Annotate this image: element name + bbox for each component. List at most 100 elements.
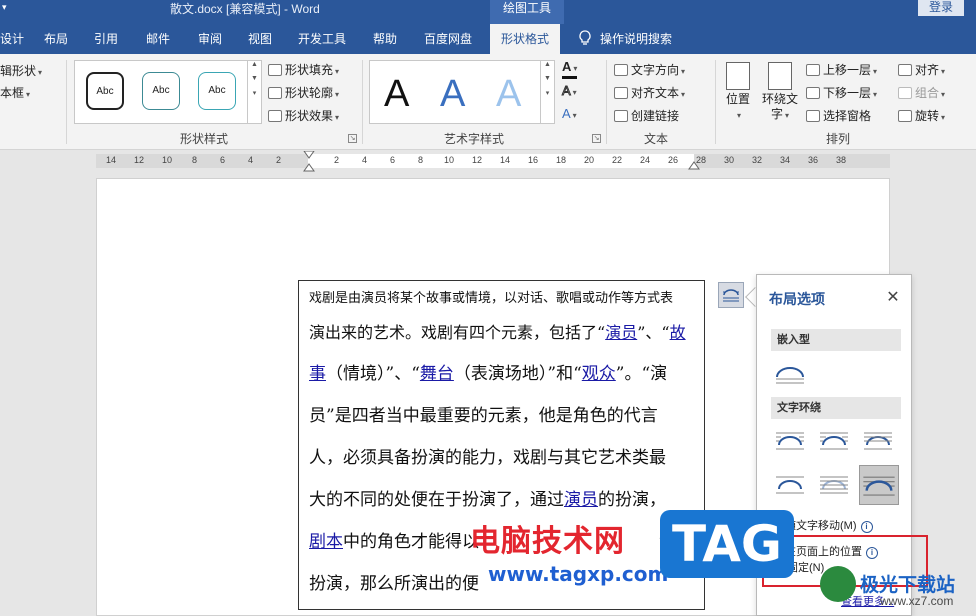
- shape-style-3[interactable]: Abc: [198, 72, 236, 110]
- pen-icon: [268, 87, 282, 99]
- text-box-shape[interactable]: 戏剧是由演员将某个故事或情境，以对话、歌唱或动作等方式表 演出来的艺术。戏剧有四…: [298, 280, 705, 610]
- tab-help[interactable]: 帮助: [373, 24, 397, 54]
- rotate-icon: [898, 110, 912, 122]
- bring-forward-button[interactable]: 上移一层 ▾: [806, 61, 877, 78]
- quick-access-chevron-icon[interactable]: ▾: [2, 2, 7, 13]
- create-link-button[interactable]: 创建链接: [614, 107, 679, 124]
- wrap-square-option[interactable]: [773, 425, 807, 455]
- ruler-tick: 12: [134, 155, 145, 165]
- login-button[interactable]: 登录: [918, 0, 964, 16]
- shape-effects-button[interactable]: 形状效果 ▾: [268, 107, 339, 124]
- wordart-gallery[interactable]: A A A ▲ ▼ ▾: [369, 60, 555, 124]
- position-icon: [726, 62, 750, 90]
- close-icon[interactable]: ✕: [885, 287, 901, 307]
- ruler-tick: 16: [528, 155, 539, 165]
- arrange-group-label: 排列: [826, 132, 851, 146]
- text-outline-button[interactable]: A ▾: [562, 83, 577, 100]
- shape-fill-label: 形状填充: [285, 63, 334, 77]
- ruler-tick: 30: [724, 155, 735, 165]
- tab-layout[interactable]: 布局: [44, 24, 68, 54]
- selection-pane-label: 选择窗格: [823, 109, 872, 123]
- tab-view[interactable]: 视图: [248, 24, 272, 54]
- ruler-tick: 26: [668, 155, 679, 165]
- tab-references[interactable]: 引用: [94, 24, 118, 54]
- wrap-behind-text-option[interactable]: [817, 469, 851, 499]
- wrap-inline-option[interactable]: [773, 359, 807, 389]
- shape-effects-label: 形状效果: [285, 109, 334, 123]
- shape-effects-icon: [268, 110, 282, 122]
- shape-styles-gallery[interactable]: Abc Abc Abc ▲ ▼ ▾: [74, 60, 262, 124]
- tab-mailings[interactable]: 邮件: [146, 24, 170, 54]
- shape-outline-button[interactable]: 形状轮廓 ▾: [268, 84, 339, 101]
- ruler-tick: 14: [106, 155, 117, 165]
- wrap-text-label-2: 字: [770, 107, 783, 121]
- group-button[interactable]: 组合 ▾: [898, 84, 945, 101]
- wrap-tight-option[interactable]: [817, 425, 851, 455]
- selection-pane-icon: [806, 110, 820, 122]
- text-line: 戏剧是由演员将某个故事或情境，以对话、歌唱或动作等方式表: [309, 291, 674, 306]
- wordart-scroll[interactable]: ▲ ▼ ▾: [540, 61, 554, 123]
- edit-shape-button[interactable]: 辑形状 ▾: [0, 62, 42, 79]
- wrap-text-icon: [768, 62, 792, 90]
- wordart-style-2[interactable]: A: [440, 75, 465, 113]
- text-direction-button[interactable]: 文字方向 ▾: [614, 61, 685, 78]
- wrap-through-option[interactable]: [861, 425, 895, 455]
- watermark-site-name: 极光下载站: [860, 574, 956, 596]
- align-text-label: 对齐文本: [631, 86, 680, 100]
- send-backward-label: 下移一层: [823, 86, 872, 100]
- tell-me-search[interactable]: 操作说明搜索: [578, 24, 672, 54]
- wrap-top-bottom-icon: [776, 476, 804, 494]
- shape-style-2[interactable]: Abc: [142, 72, 180, 110]
- tab-shape-format[interactable]: 形状格式: [490, 24, 561, 54]
- rotate-button[interactable]: 旋转 ▾: [898, 107, 945, 124]
- ribbon: 辑形状 ▾ 本框 ▾ Abc Abc Abc ▲ ▼ ▾ 形状填充 ▾ 形状轮廓 ▾ 形状效…: [0, 54, 976, 150]
- horizontal-ruler[interactable]: 14 12 10 8 6 4 2 2 4 6 8 10 12 14 16 18 …: [96, 151, 890, 172]
- shape-fill-button[interactable]: 形状填充 ▾: [268, 61, 339, 78]
- wrap-top-bottom-option[interactable]: [773, 469, 807, 499]
- text-effects-button[interactable]: A ▾: [562, 107, 577, 123]
- tab-review[interactable]: 审阅: [198, 24, 222, 54]
- shape-styles-group-label: 形状样式: [180, 132, 229, 146]
- shape-style-1[interactable]: Abc: [86, 72, 124, 110]
- wrap-through-icon: [864, 432, 892, 450]
- shape-styles-scroll[interactable]: ▲ ▼ ▾: [247, 61, 261, 123]
- text-direction-label: 文字方向: [631, 63, 680, 77]
- wrap-text-button[interactable]: 环绕文字 ▾: [760, 62, 800, 123]
- text-group-label: 文本: [644, 132, 669, 146]
- paint-bucket-icon: [268, 64, 282, 76]
- ruler-tick: 8: [192, 155, 198, 165]
- ruler-tick: 6: [390, 155, 396, 165]
- ruler-tick: 24: [640, 155, 651, 165]
- layout-options-button[interactable]: [718, 282, 744, 308]
- shape-styles-launcher[interactable]: ↘: [348, 134, 357, 143]
- wrap-square-icon: [776, 432, 804, 450]
- send-backward-button[interactable]: 下移一层 ▾: [806, 84, 877, 101]
- wrap-in-front-option[interactable]: [859, 465, 899, 505]
- watermark-site-logo: [820, 566, 856, 602]
- wrap-tight-icon: [820, 432, 848, 450]
- ruler-tick: 32: [752, 155, 763, 165]
- ruler-tick: 10: [444, 155, 455, 165]
- selection-pane-button[interactable]: 选择窗格: [806, 107, 871, 124]
- wrap-section-header: 文字环绕: [771, 397, 901, 419]
- text-box-button[interactable]: 本框 ▾: [0, 84, 30, 101]
- text-line: 人，必须具备扮演的能力，戏剧与其它艺术类最: [309, 448, 666, 468]
- position-button[interactable]: 位置 ▾: [722, 62, 754, 123]
- align-icon: [898, 64, 912, 76]
- ruler-tick: 20: [584, 155, 595, 165]
- info-icon[interactable]: i: [860, 521, 873, 533]
- group-label: 组合: [915, 86, 940, 100]
- tab-developer[interactable]: 开发工具: [298, 24, 346, 54]
- tab-baidu-netdisk[interactable]: 百度网盘: [424, 24, 472, 54]
- right-indent-marker-icon[interactable]: [688, 160, 700, 170]
- wordart-launcher[interactable]: ↘: [592, 134, 601, 143]
- tab-design[interactable]: 设计: [0, 24, 24, 54]
- indent-marker-icon[interactable]: [303, 151, 315, 173]
- watermark-url: www.tagxp.com: [488, 562, 669, 586]
- align-text-button[interactable]: 对齐文本 ▾: [614, 84, 685, 101]
- wordart-style-3[interactable]: A: [496, 75, 521, 113]
- text-line: 演出来的艺术。戏剧有四个元素，包括了“演员”、“故: [309, 323, 686, 342]
- wordart-style-1[interactable]: A: [384, 75, 409, 113]
- text-fill-button[interactable]: A ▾: [562, 60, 578, 79]
- align-button[interactable]: 对齐 ▾: [898, 61, 945, 78]
